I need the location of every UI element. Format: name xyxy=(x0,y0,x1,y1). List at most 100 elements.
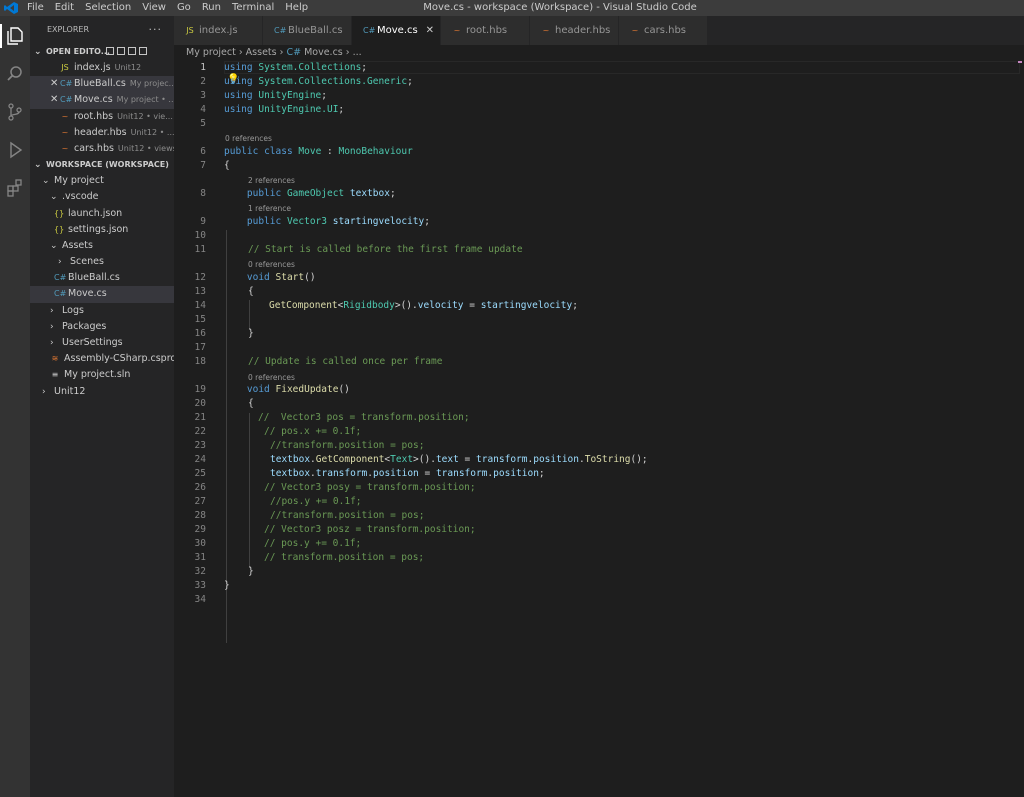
code-line: { xyxy=(224,160,230,171)
indent-guide xyxy=(249,413,250,568)
open-editor-item[interactable]: ✕ C# Move.cs My project • ... xyxy=(30,92,174,109)
tree-folder-scenes[interactable]: › Scenes xyxy=(30,254,174,270)
close-icon[interactable]: ✕ xyxy=(50,92,60,108)
line-number: 9 xyxy=(200,216,206,227)
codelens-references[interactable]: 0 references xyxy=(248,260,295,269)
menu-run[interactable]: Run xyxy=(202,0,221,16)
line-number: 10 xyxy=(194,230,206,241)
chevron-down-icon: ⌄ xyxy=(50,192,58,203)
rss-file-icon: ≋ xyxy=(51,354,59,364)
workspace-section[interactable]: ⌄ WORKSPACE (WORKSPACE) xyxy=(30,157,174,173)
codelens-references[interactable]: 0 references xyxy=(225,134,272,143)
tab-move-cs[interactable]: C# Move.cs ✕ xyxy=(352,16,441,45)
new-folder-icon[interactable] xyxy=(117,47,125,55)
open-editor-item[interactable]: JS index.js Unit12 xyxy=(30,60,174,76)
open-editor-item[interactable]: ~ header.hbs Unit12 • ... xyxy=(30,125,174,141)
explorer-sidebar: EXPLORER ··· ⌄ OPEN EDITO... JS index.js Un… xyxy=(30,16,174,797)
tab-index-js[interactable]: JS index.js xyxy=(174,16,263,45)
menu-view[interactable]: View xyxy=(142,0,166,16)
breadcrumb-item[interactable]: Move.cs xyxy=(304,47,343,58)
line-number: 4 xyxy=(200,104,206,115)
code-comment: //transform.position = pos; xyxy=(270,440,425,451)
tab-blueball-cs[interactable]: C# BlueBall.cs xyxy=(263,16,352,45)
code-comment: // Start is called before the first fram… xyxy=(248,244,523,255)
csharp-file-icon: C# xyxy=(274,26,287,35)
tree-folder-unit12[interactable]: › Unit12 xyxy=(30,384,174,400)
tab-header-hbs[interactable]: ~ header.hbs xyxy=(530,16,619,45)
breadcrumb-item[interactable]: Assets xyxy=(246,47,277,58)
tree-folder-packages[interactable]: › Packages xyxy=(30,319,174,335)
save-all-icon[interactable] xyxy=(128,47,136,55)
menu-selection[interactable]: Selection xyxy=(85,0,131,16)
line-number: 1 xyxy=(200,62,206,73)
code-comment: //pos.y += 0.1f; xyxy=(270,496,362,507)
code-line: { xyxy=(248,398,254,409)
code-comment: // Vector3 posy = transform.position; xyxy=(264,482,476,493)
tree-folder-assets[interactable]: ⌄ Assets xyxy=(30,238,174,254)
line-number: 24 xyxy=(194,454,206,465)
tree-file-csproj[interactable]: ≋ Assembly-CSharp.csproj xyxy=(30,351,174,367)
activity-bar xyxy=(0,16,30,797)
chevron-right-icon: › xyxy=(238,47,246,58)
breadcrumb-item[interactable]: ... xyxy=(353,47,362,58)
codelens-references[interactable]: 1 reference xyxy=(248,204,291,213)
chevron-right-icon: › xyxy=(58,257,62,268)
open-editors-section[interactable]: ⌄ OPEN EDITO... xyxy=(30,44,174,60)
search-icon[interactable] xyxy=(5,64,25,84)
line-number: 7 xyxy=(200,160,206,171)
tree-folder-my-project[interactable]: ⌄ My project xyxy=(30,173,174,189)
open-editor-item[interactable]: ✕ C# BlueBall.cs My projec... xyxy=(30,76,174,93)
open-editor-item[interactable]: ~ cars.hbs Unit12 • views xyxy=(30,141,174,157)
run-debug-icon[interactable] xyxy=(5,140,25,160)
tree-file-blueball[interactable]: C# BlueBall.cs xyxy=(30,270,174,286)
menu-go[interactable]: Go xyxy=(177,0,191,16)
extensions-icon[interactable] xyxy=(5,178,25,198)
menu-bar: File Edit Selection View Go Run Terminal… xyxy=(27,0,319,16)
tab-root-hbs[interactable]: ~ root.hbs xyxy=(441,16,530,45)
open-editor-item[interactable]: ~ root.hbs Unit12 • vie... xyxy=(30,109,174,125)
source-control-icon[interactable] xyxy=(5,102,25,122)
breadcrumb-item[interactable]: My project xyxy=(186,47,236,58)
menu-edit[interactable]: Edit xyxy=(55,0,74,16)
code-line: void Start() xyxy=(246,272,316,283)
chevron-right-icon: › xyxy=(50,305,54,316)
code-line: } xyxy=(224,580,230,591)
code-editor[interactable]: 1 2 3 4 5 6 7 8 9 10 11 12 13 14 15 16 1… xyxy=(174,61,1024,797)
new-file-icon[interactable] xyxy=(106,47,114,55)
code-comment: // Update is called once per frame xyxy=(248,356,443,367)
handlebars-file-icon: ~ xyxy=(542,26,550,35)
tree-folder-logs[interactable]: › Logs xyxy=(30,303,174,319)
tree-file-move[interactable]: C# Move.cs xyxy=(30,286,174,303)
close-all-icon[interactable] xyxy=(139,47,147,55)
json-file-icon: {} xyxy=(54,224,65,234)
tree-file-launch[interactable]: {} launch.json xyxy=(30,206,174,222)
csharp-file-icon: C# xyxy=(60,95,73,105)
code-line: } xyxy=(248,328,254,339)
menu-terminal[interactable]: Terminal xyxy=(232,0,274,16)
close-icon[interactable]: ✕ xyxy=(50,76,60,92)
tree-folder-usersettings[interactable]: › UserSettings xyxy=(30,335,174,351)
explorer-icon[interactable] xyxy=(5,26,25,46)
tab-cars-hbs[interactable]: ~ cars.hbs xyxy=(619,16,708,45)
more-actions-icon[interactable]: ··· xyxy=(149,16,163,44)
menu-file[interactable]: File xyxy=(27,0,44,16)
line-number: 12 xyxy=(194,272,206,283)
line-number: 13 xyxy=(194,286,206,297)
line-number: 6 xyxy=(200,146,206,157)
codelens-references[interactable]: 0 references xyxy=(248,373,295,382)
close-tab-icon[interactable]: ✕ xyxy=(426,16,434,45)
line-number: 26 xyxy=(194,482,206,493)
tree-file-sln[interactable]: ≡ My project.sln xyxy=(30,367,174,383)
line-number: 23 xyxy=(194,440,206,451)
codelens-references[interactable]: 2 references xyxy=(248,176,295,185)
tree-folder-vscode[interactable]: ⌄ .vscode xyxy=(30,189,174,205)
code-comment: // pos.y += 0.1f; xyxy=(264,538,362,549)
code-line: } xyxy=(248,566,254,577)
sln-file-icon: ≡ xyxy=(51,370,59,380)
vscode-logo-icon[interactable] xyxy=(4,2,18,14)
line-number: 16 xyxy=(194,328,206,339)
menu-help[interactable]: Help xyxy=(285,0,308,16)
line-number: 2 xyxy=(200,76,206,87)
chevron-down-icon: ⌄ xyxy=(34,160,42,171)
tree-file-settings[interactable]: {} settings.json xyxy=(30,222,174,238)
